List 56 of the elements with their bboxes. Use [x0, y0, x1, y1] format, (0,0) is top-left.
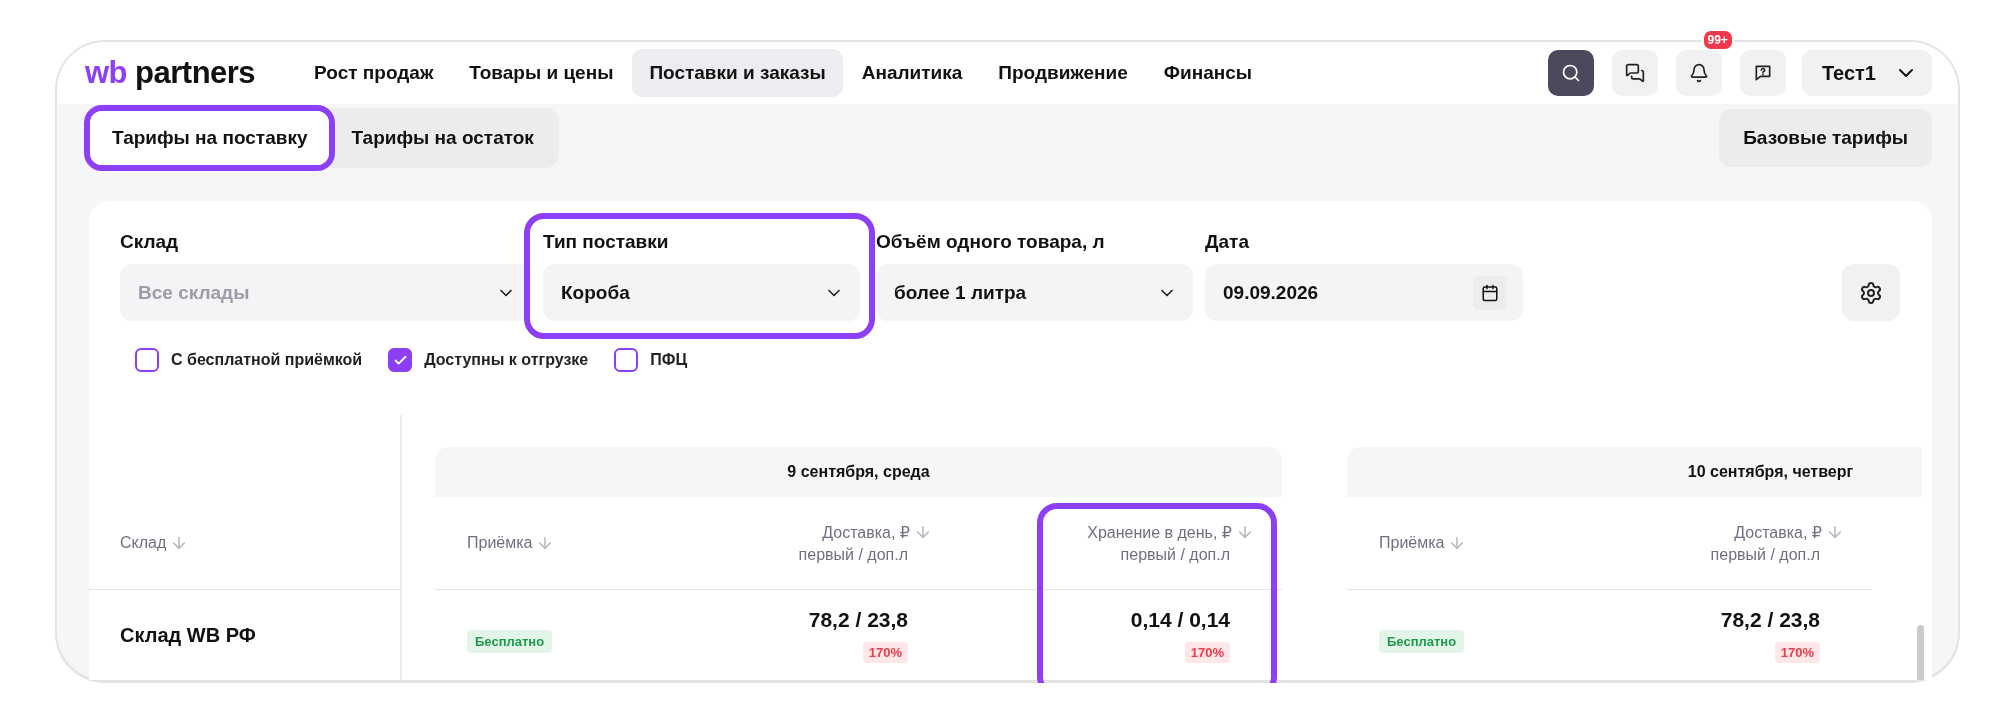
rate-value: 78,2 / 23,8: [808, 607, 908, 632]
user-menu[interactable]: Тест1: [1801, 50, 1932, 96]
notification-badge: 99+: [1701, 29, 1734, 51]
select-field[interactable]: Короба: [543, 264, 860, 321]
coefficient-tag: 170%: [1184, 641, 1230, 663]
field-label: Дата: [1205, 231, 1250, 252]
date-group-header: 10 сентября, четверг: [1347, 447, 1922, 497]
warehouse-name: Склад WB РФ: [120, 623, 256, 647]
tab[interactable]: Тарифы на поставку: [90, 111, 330, 165]
rate-value: 78,2 / 23,8: [1720, 607, 1820, 632]
rate-value: 0,14 / 0,14: [1130, 607, 1230, 632]
column-header[interactable]: Склад: [120, 534, 167, 552]
free-tag: Бесплатно: [467, 629, 553, 653]
field-label: Тип поставки: [543, 231, 670, 252]
field-label: Склад: [120, 231, 180, 252]
nav-item[interactable]: Финансы: [1146, 49, 1270, 97]
notifications-button[interactable]: [1675, 50, 1722, 96]
free-tag: Бесплатно: [1379, 629, 1465, 653]
scrollbar[interactable]: [1917, 625, 1924, 680]
coefficient-tag: 170%: [862, 641, 908, 663]
logo[interactable]: wb partners: [85, 55, 256, 91]
date-group-header: 9 сентября, среда: [435, 447, 1282, 497]
nav-item[interactable]: Рост продаж: [297, 49, 451, 97]
nav-item[interactable]: Поставки и заказы: [632, 49, 843, 97]
checkbox-label: ПФЦ: [650, 351, 688, 369]
column-subheader: первый / доп.л: [798, 545, 908, 564]
column-header[interactable]: Приёмка: [467, 534, 533, 552]
checkbox[interactable]: [614, 348, 639, 372]
coefficient-tag: 170%: [1774, 641, 1820, 663]
nav-item[interactable]: Аналитика: [844, 49, 980, 97]
date-field[interactable]: 09.09.2026: [1205, 264, 1523, 321]
field-label: Объём одного товара, л: [876, 231, 1106, 252]
base-rates-button[interactable]: Базовые тарифы: [1719, 109, 1932, 167]
column-subheader: первый / доп.л: [1120, 545, 1230, 564]
nav-item[interactable]: Товары и цены: [452, 49, 631, 97]
nav-item[interactable]: Продвижение: [981, 49, 1145, 97]
bell-icon: [1688, 63, 1709, 83]
checkbox[interactable]: [388, 348, 413, 372]
settings-icon: [1859, 280, 1883, 305]
column-subheader: первый / доп.л: [1710, 545, 1820, 564]
chat-button[interactable]: [1611, 50, 1658, 96]
tab[interactable]: Тарифы на остаток: [329, 111, 556, 165]
search-button[interactable]: [1547, 50, 1594, 96]
chat-icon: [1624, 63, 1645, 83]
select-field[interactable]: более 1 литра: [876, 264, 1193, 321]
column-header[interactable]: Хранение в день, ₽: [1087, 522, 1232, 542]
column-header[interactable]: Приёмка: [1379, 534, 1445, 552]
checkbox-label: С бесплатной приёмкой: [171, 351, 363, 369]
column-header[interactable]: Доставка, ₽: [1734, 522, 1822, 542]
checkbox-label: Доступны к отгрузке: [424, 351, 589, 369]
checkbox[interactable]: [135, 348, 159, 372]
column-header[interactable]: Доставка, ₽: [822, 522, 910, 542]
search-icon: [1560, 63, 1581, 83]
settings-button[interactable]: [1842, 264, 1900, 321]
help-button[interactable]: [1739, 50, 1786, 96]
calendar-icon: [1481, 283, 1499, 302]
